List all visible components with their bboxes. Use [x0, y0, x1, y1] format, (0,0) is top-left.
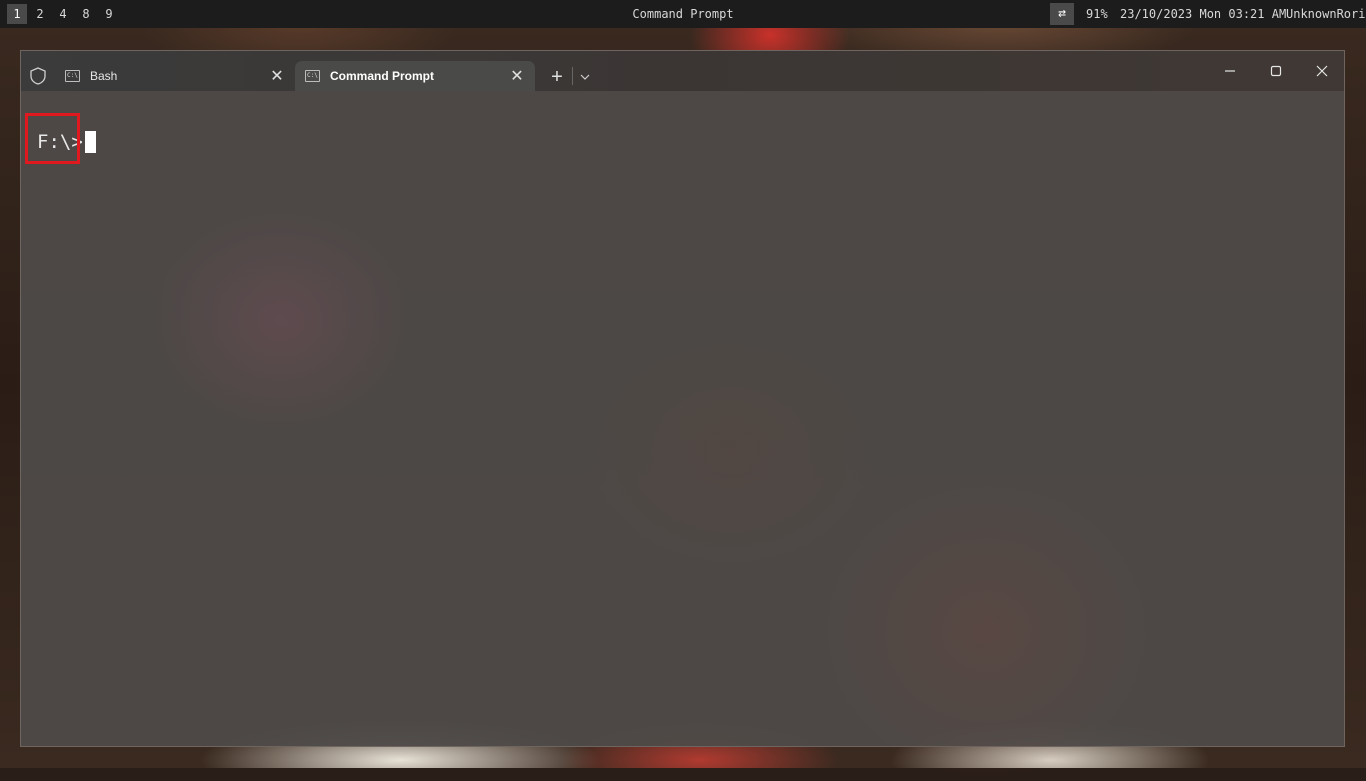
top-status-bar: 1 2 4 8 9 Command Prompt ⇄ 91% 23/10/202… [0, 0, 1366, 28]
text-cursor [85, 131, 96, 153]
workspace-1[interactable]: 1 [7, 4, 27, 24]
layout-swap-icon[interactable]: ⇄ [1050, 3, 1074, 25]
chevron-down-icon[interactable] [576, 65, 594, 89]
focused-window-title: Command Prompt [632, 7, 734, 21]
workspace-4[interactable]: 4 [53, 4, 73, 24]
terminal-content[interactable]: F:\> [21, 91, 1344, 746]
new-tab-button[interactable]: + [545, 65, 569, 89]
workspace-8[interactable]: 8 [76, 4, 96, 24]
workspace-9[interactable]: 9 [99, 4, 119, 24]
close-window-button[interactable] [1307, 59, 1337, 83]
datetime-status: 23/10/2023 Mon 03:21 AM [1120, 7, 1287, 21]
tab-divider [572, 67, 573, 85]
highlight-annotation-box [25, 113, 80, 164]
tab-bash[interactable]: C:\ Bash ✕ [55, 61, 295, 91]
maximize-button[interactable] [1261, 59, 1291, 83]
tab-label: Command Prompt [330, 69, 435, 83]
shield-icon [29, 67, 47, 85]
cmd-icon: C:\ [65, 70, 80, 82]
tab-bar: C:\ Bash ✕ C:\ Command Prompt ✕ + [21, 51, 1344, 91]
user-name: UnknownRori [1286, 7, 1366, 21]
close-icon[interactable]: ✕ [507, 66, 527, 86]
workspace-2[interactable]: 2 [30, 4, 50, 24]
cmd-icon: C:\ [305, 70, 320, 82]
terminal-window: C:\ Bash ✕ C:\ Command Prompt ✕ + F:\> [20, 50, 1345, 781]
tab-label: Bash [90, 69, 118, 83]
minimize-button[interactable] [1215, 59, 1245, 83]
close-icon[interactable]: ✕ [267, 66, 287, 86]
tab-command-prompt[interactable]: C:\ Command Prompt ✕ [295, 61, 535, 91]
battery-status: 91% [1086, 7, 1108, 21]
